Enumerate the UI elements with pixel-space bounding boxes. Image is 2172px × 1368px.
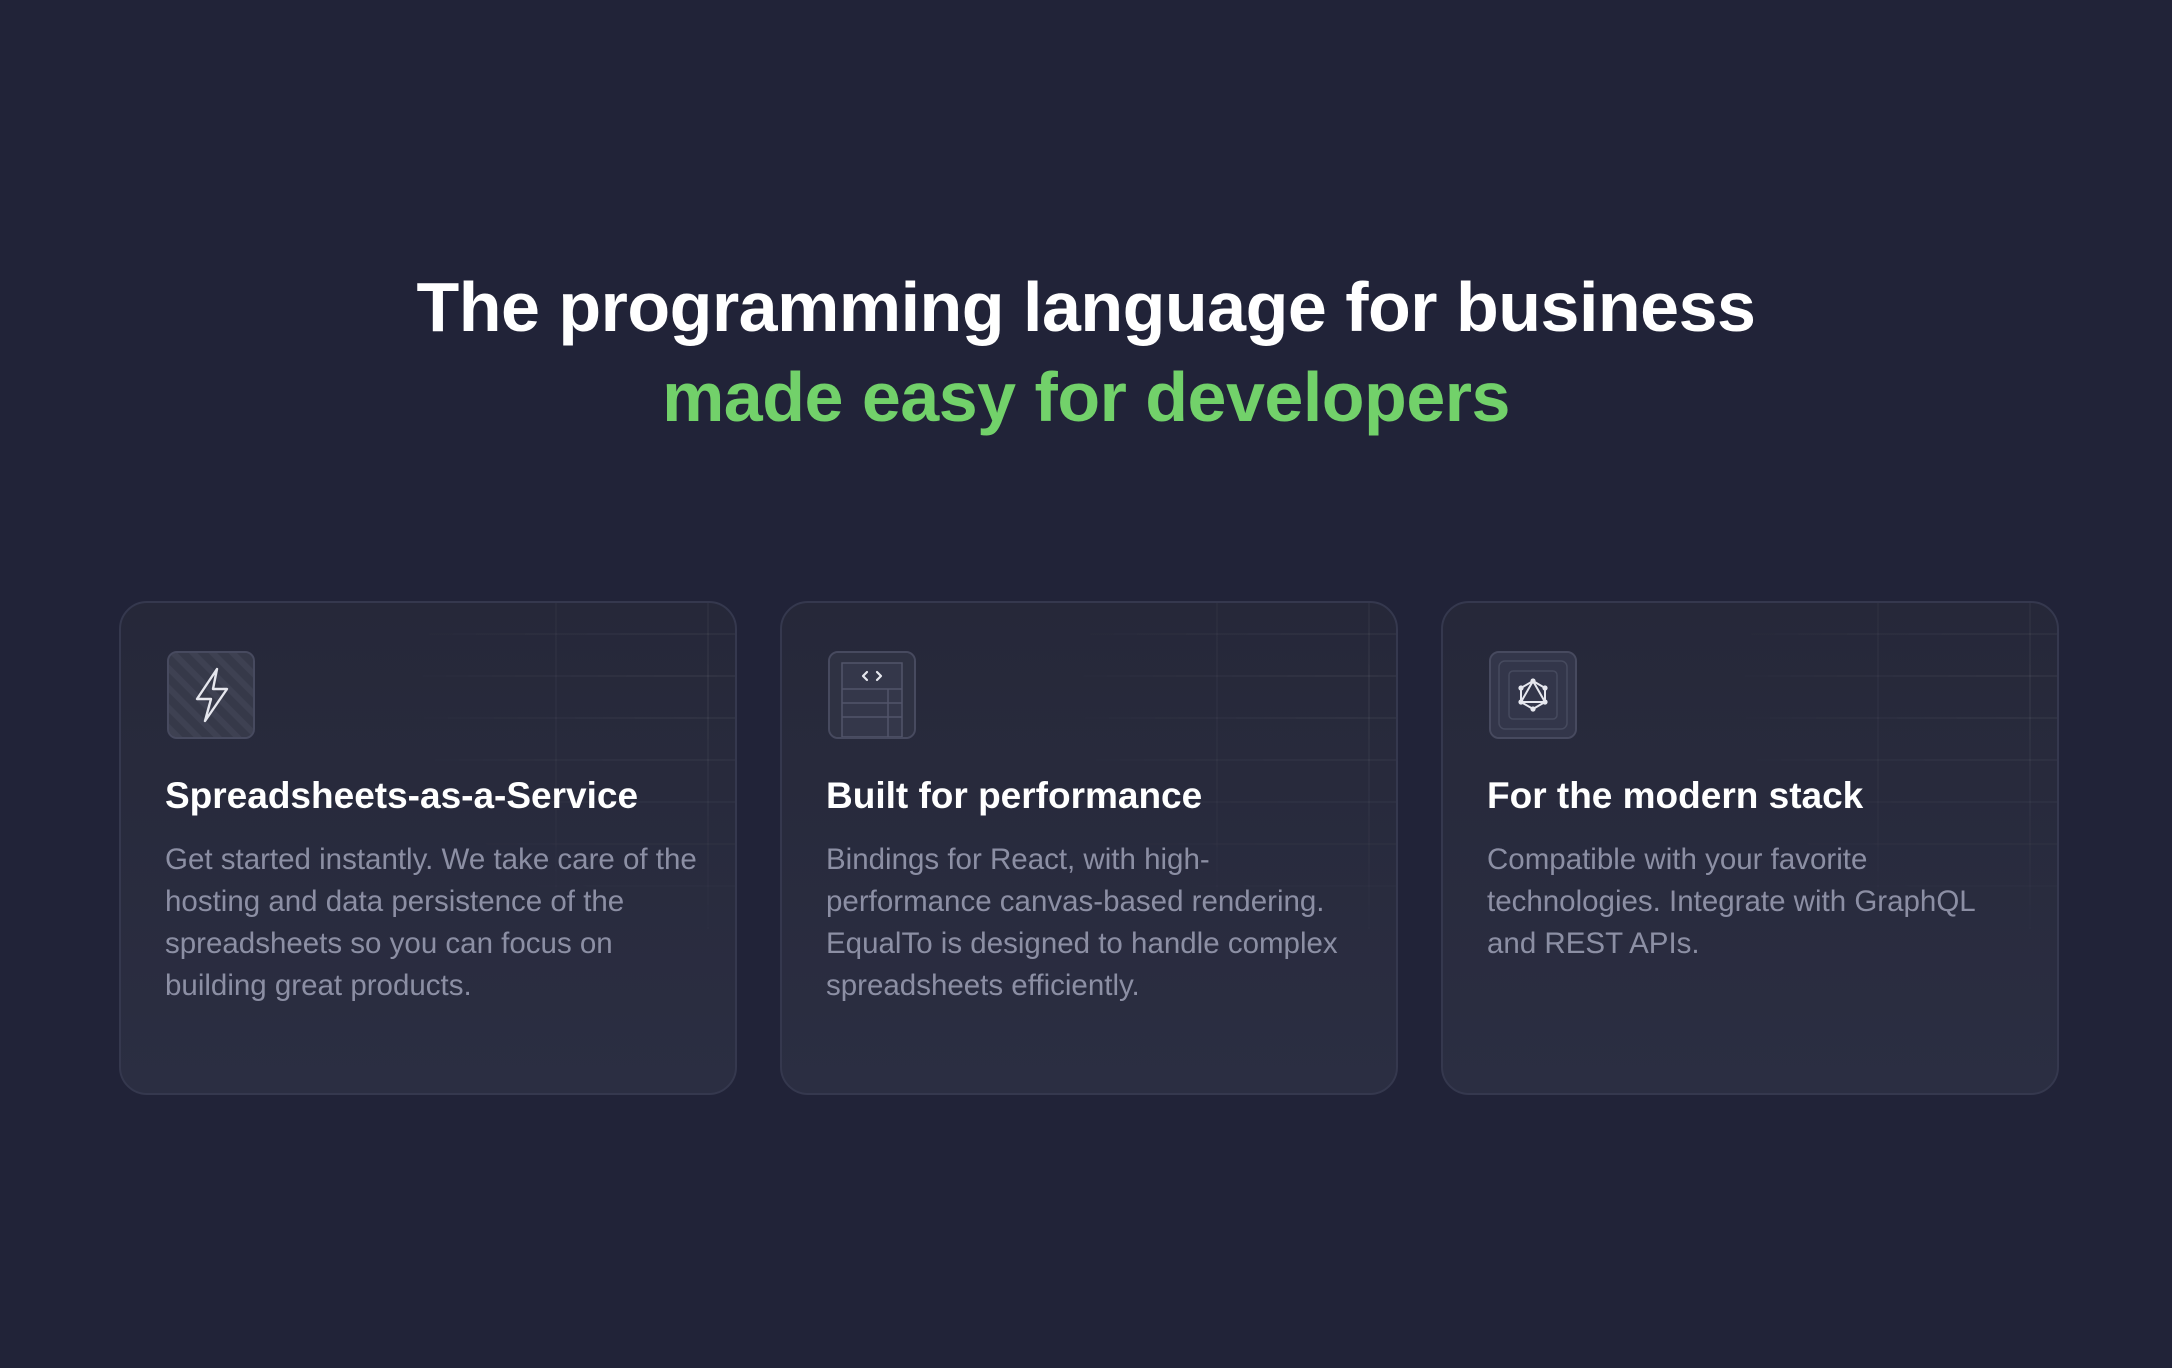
feature-description: Get started instantly. We take care of t… [165,843,697,1002]
graphql-icon [1489,651,1577,739]
hero-title-line-1: The programming language for business [416,268,1756,346]
hero-title-line-2: made easy for developers [662,358,1510,436]
feature-card-built-for-performance: Built for performance Bindings for React… [780,601,1398,1095]
feature-description: Bindings for React, with high-performanc… [826,843,1338,1002]
hero-section: The programming language for business ma… [0,262,2172,442]
feature-title: For the modern stack [1487,775,1864,816]
hero-heading: The programming language for business ma… [0,262,2172,442]
feature-title: Built for performance [826,775,1203,816]
lightning-bolt-icon [167,651,255,739]
feature-card-for-the-modern-stack: For the modern stack Compatible with you… [1441,601,2059,1095]
feature-cards: Spreadsheets-as-a-Service Get started in… [119,601,2059,1095]
feature-card-spreadsheets-as-a-service: Spreadsheets-as-a-Service Get started in… [119,601,737,1095]
feature-title: Spreadsheets-as-a-Service [165,775,639,816]
feature-description: Compatible with your favorite technologi… [1487,843,1975,960]
code-window-icon [828,651,916,739]
